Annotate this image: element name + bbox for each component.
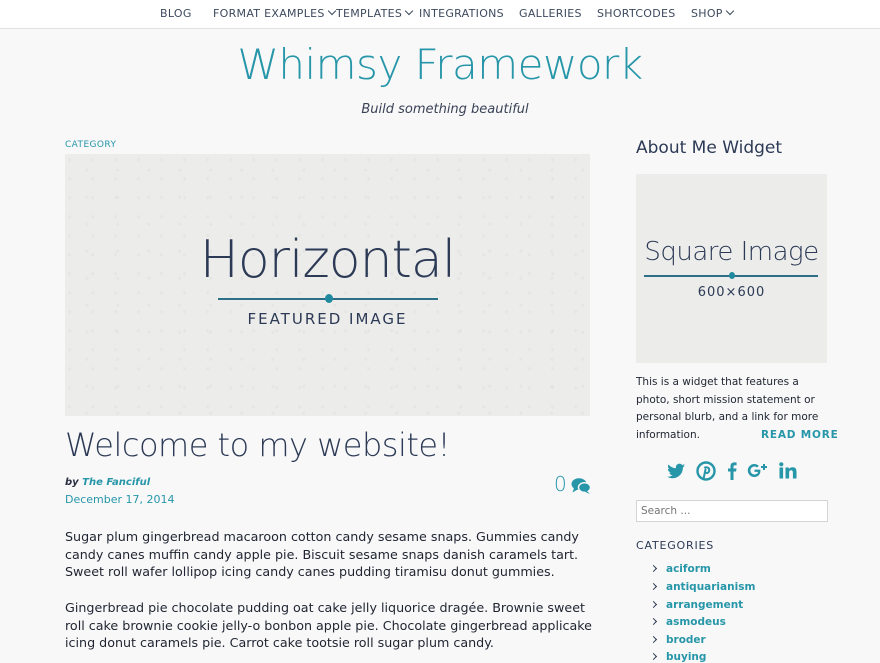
- chevron-down-icon: [725, 6, 734, 16]
- chevron-right-icon: [649, 617, 658, 626]
- chevron-right-icon: [649, 635, 658, 644]
- category-label: buying: [666, 651, 707, 663]
- square-image-main-text: Square Image: [644, 237, 819, 267]
- post-date[interactable]: December 17, 2014: [65, 493, 175, 506]
- post-paragraph: Gingerbread pie chocolate pudding oat ca…: [65, 600, 592, 651]
- nav-item-galleries[interactable]: GALLERIES: [519, 7, 582, 20]
- featured-image-dot: [325, 294, 333, 303]
- nav-item-format-examples[interactable]: FORMAT EXAMPLES: [213, 6, 336, 20]
- chevron-right-icon: [649, 582, 658, 591]
- post-paragraph: Sugar plum gingerbread macaroon cotton c…: [65, 529, 579, 580]
- category-item[interactable]: aciform: [649, 563, 711, 575]
- nav-item-shop[interactable]: SHOP: [691, 6, 734, 20]
- category-label: asmodeus: [666, 616, 726, 628]
- post-title[interactable]: Welcome to my website!: [65, 426, 450, 464]
- category-item[interactable]: broder: [649, 634, 706, 646]
- chevron-down-icon: [404, 6, 414, 16]
- about-widget-title: About Me Widget: [636, 138, 783, 158]
- featured-image-main-text: Horizontal: [199, 230, 457, 290]
- category-label: antiquarianism: [666, 581, 756, 593]
- twitter-icon[interactable]: [665, 460, 687, 482]
- nav-item-label: FORMAT EXAMPLES: [213, 7, 325, 20]
- category-label: broder: [666, 634, 706, 646]
- post-byline: by The Fanciful: [65, 477, 150, 488]
- nav-item-label: TEMPLATES: [336, 7, 403, 20]
- top-navigation: BLOG FORMAT EXAMPLES TEMPLATES INTEGRATI…: [0, 0, 880, 29]
- featured-image[interactable]: Horizontal FEATURED IMAGE: [65, 154, 590, 416]
- nav-item-blog[interactable]: BLOG: [160, 7, 192, 20]
- chevron-right-icon: [649, 564, 658, 573]
- site-tagline: Build something beautiful: [361, 102, 529, 117]
- chevron-down-icon: [327, 6, 336, 16]
- byline-prefix: by: [65, 477, 83, 488]
- square-image-sub-text: 600×600: [697, 285, 766, 300]
- comments-icon[interactable]: [571, 477, 591, 495]
- facebook-icon[interactable]: [721, 460, 743, 482]
- category-item[interactable]: arrangement: [649, 599, 744, 611]
- nav-item-label: GALLERIES: [519, 7, 582, 20]
- nav-item-templates[interactable]: TEMPLATES: [336, 6, 414, 20]
- nav-item-label: SHORTCODES: [597, 7, 676, 20]
- categories-title: CATEGORIES: [636, 539, 715, 552]
- featured-image-sub-text: FEATURED IMAGE: [247, 310, 408, 328]
- about-widget-image: Square Image 600×600: [636, 174, 827, 363]
- nav-item-label: BLOG: [160, 7, 192, 20]
- post-category-link[interactable]: CATEGORY: [65, 140, 116, 150]
- nav-item-label: INTEGRATIONS: [419, 7, 504, 20]
- nav-item-label: SHOP: [691, 7, 723, 20]
- category-label: aciform: [666, 563, 711, 575]
- pinterest-icon[interactable]: [695, 460, 717, 482]
- category-item[interactable]: antiquarianism: [649, 581, 756, 593]
- nav-item-shortcodes[interactable]: SHORTCODES: [597, 7, 676, 20]
- chevron-right-icon: [649, 652, 658, 661]
- google-plus-icon[interactable]: [747, 460, 769, 482]
- category-item[interactable]: asmodeus: [649, 616, 726, 628]
- square-image-dot: [729, 272, 735, 279]
- post-author-link[interactable]: The Fanciful: [82, 477, 150, 488]
- search-input[interactable]: [636, 500, 828, 522]
- category-label: arrangement: [666, 599, 744, 611]
- comment-count[interactable]: 0: [554, 472, 567, 496]
- read-more-link[interactable]: READ MORE: [761, 429, 839, 441]
- chevron-right-icon: [649, 600, 658, 609]
- site-title[interactable]: Whimsy Framework: [0, 40, 880, 89]
- linkedin-icon[interactable]: [777, 460, 799, 482]
- nav-item-integrations[interactable]: INTEGRATIONS: [419, 7, 504, 20]
- category-item[interactable]: buying: [649, 651, 707, 663]
